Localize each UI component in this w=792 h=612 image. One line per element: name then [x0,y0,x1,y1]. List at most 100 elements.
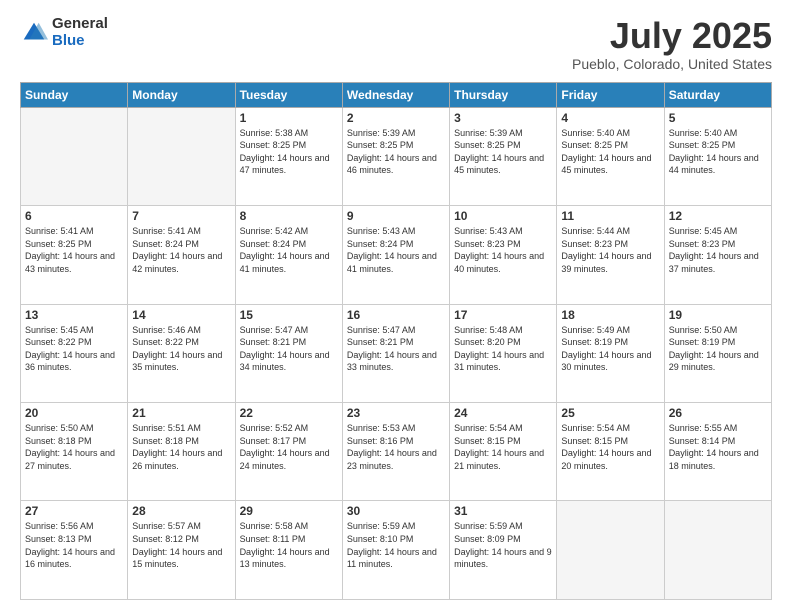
calendar-week-row-3: 13 Sunrise: 5:45 AM Sunset: 8:22 PM Dayli… [21,304,772,402]
calendar-cell-1-7: 5 Sunrise: 5:40 AM Sunset: 8:25 PM Daylig… [664,107,771,205]
day-detail: Sunrise: 5:49 AM Sunset: 8:19 PM Dayligh… [561,324,659,374]
day-detail: Sunrise: 5:41 AM Sunset: 8:25 PM Dayligh… [25,225,123,275]
logo-text: General Blue [52,16,108,49]
day-detail: Sunrise: 5:59 AM Sunset: 8:09 PM Dayligh… [454,520,552,570]
calendar-cell-3-4: 16 Sunrise: 5:47 AM Sunset: 8:21 PM Dayli… [342,304,449,402]
page: General Blue July 2025 Pueblo, Colorado,… [0,0,792,612]
calendar-cell-5-2: 28 Sunrise: 5:57 AM Sunset: 8:12 PM Dayli… [128,501,235,600]
day-number: 9 [347,209,445,223]
day-detail: Sunrise: 5:41 AM Sunset: 8:24 PM Dayligh… [132,225,230,275]
day-detail: Sunrise: 5:40 AM Sunset: 8:25 PM Dayligh… [669,127,767,177]
day-number: 30 [347,504,445,518]
calendar-cell-2-7: 12Sunrise: 5:45 AM Sunset: 8:23 PM Dayli… [664,206,771,304]
calendar-week-row-2: 6 Sunrise: 5:41 AM Sunset: 8:25 PM Daylig… [21,206,772,304]
day-number: 19 [669,308,767,322]
day-number: 27 [25,504,123,518]
calendar-table: Sunday Monday Tuesday Wednesday Thursday… [20,82,772,600]
day-number: 18 [561,308,659,322]
day-number: 20 [25,406,123,420]
calendar-cell-5-6 [557,501,664,600]
day-number: 5 [669,111,767,125]
day-detail: Sunrise: 5:38 AM Sunset: 8:25 PM Dayligh… [240,127,338,177]
header-tuesday: Tuesday [235,82,342,107]
calendar-cell-3-1: 13 Sunrise: 5:45 AM Sunset: 8:22 PM Dayli… [21,304,128,402]
day-detail: Sunrise: 5:45 AM Sunset: 8:23 PM Dayligh… [669,225,767,275]
calendar-cell-2-4: 9 Sunrise: 5:43 AM Sunset: 8:24 PM Daylig… [342,206,449,304]
day-detail: Sunrise: 5:59 AM Sunset: 8:10 PM Dayligh… [347,520,445,570]
logo: General Blue [20,16,108,49]
logo-blue: Blue [52,33,108,50]
calendar-cell-2-5: 10 Sunrise: 5:43 AM Sunset: 8:23 PM Dayli… [450,206,557,304]
calendar-cell-2-3: 8 Sunrise: 5:42 AM Sunset: 8:24 PM Daylig… [235,206,342,304]
day-detail: Sunrise: 5:40 AM Sunset: 8:25 PM Dayligh… [561,127,659,177]
calendar-cell-4-3: 22Sunrise: 5:52 AM Sunset: 8:17 PM Dayli… [235,403,342,501]
day-detail: Sunrise: 5:45 AM Sunset: 8:22 PM Dayligh… [25,324,123,374]
day-number: 15 [240,308,338,322]
day-number: 1 [240,111,338,125]
day-detail: Sunrise: 5:39 AM Sunset: 8:25 PM Dayligh… [347,127,445,177]
subtitle: Pueblo, Colorado, United States [572,56,772,72]
day-number: 4 [561,111,659,125]
day-detail: Sunrise: 5:42 AM Sunset: 8:24 PM Dayligh… [240,225,338,275]
day-number: 28 [132,504,230,518]
calendar-cell-3-6: 18 Sunrise: 5:49 AM Sunset: 8:19 PM Dayli… [557,304,664,402]
calendar-cell-4-2: 21Sunrise: 5:51 AM Sunset: 8:18 PM Dayli… [128,403,235,501]
day-number: 16 [347,308,445,322]
day-detail: Sunrise: 5:46 AM Sunset: 8:22 PM Dayligh… [132,324,230,374]
calendar-week-row-5: 27Sunrise: 5:56 AM Sunset: 8:13 PM Dayli… [21,501,772,600]
header-friday: Friday [557,82,664,107]
day-detail: Sunrise: 5:55 AM Sunset: 8:14 PM Dayligh… [669,422,767,472]
day-detail: Sunrise: 5:43 AM Sunset: 8:23 PM Dayligh… [454,225,552,275]
header: General Blue July 2025 Pueblo, Colorado,… [20,16,772,72]
day-number: 31 [454,504,552,518]
header-saturday: Saturday [664,82,771,107]
day-number: 17 [454,308,552,322]
calendar-cell-1-2 [128,107,235,205]
calendar-cell-1-5: 3 Sunrise: 5:39 AM Sunset: 8:25 PM Daylig… [450,107,557,205]
day-number: 14 [132,308,230,322]
main-title: July 2025 [572,16,772,56]
calendar-cell-1-3: 1 Sunrise: 5:38 AM Sunset: 8:25 PM Daylig… [235,107,342,205]
day-detail: Sunrise: 5:50 AM Sunset: 8:19 PM Dayligh… [669,324,767,374]
calendar-cell-4-1: 20Sunrise: 5:50 AM Sunset: 8:18 PM Dayli… [21,403,128,501]
day-number: 26 [669,406,767,420]
day-detail: Sunrise: 5:57 AM Sunset: 8:12 PM Dayligh… [132,520,230,570]
header-wednesday: Wednesday [342,82,449,107]
day-detail: Sunrise: 5:47 AM Sunset: 8:21 PM Dayligh… [347,324,445,374]
day-number: 13 [25,308,123,322]
calendar-cell-3-7: 19 Sunrise: 5:50 AM Sunset: 8:19 PM Dayli… [664,304,771,402]
day-detail: Sunrise: 5:53 AM Sunset: 8:16 PM Dayligh… [347,422,445,472]
calendar-cell-2-1: 6 Sunrise: 5:41 AM Sunset: 8:25 PM Daylig… [21,206,128,304]
day-number: 21 [132,406,230,420]
day-detail: Sunrise: 5:47 AM Sunset: 8:21 PM Dayligh… [240,324,338,374]
calendar-cell-4-5: 24 Sunrise: 5:54 AM Sunset: 8:15 PM Dayli… [450,403,557,501]
day-number: 22 [240,406,338,420]
day-number: 3 [454,111,552,125]
day-number: 23 [347,406,445,420]
calendar-cell-3-3: 15 Sunrise: 5:47 AM Sunset: 8:21 PM Dayli… [235,304,342,402]
calendar-cell-5-3: 29Sunrise: 5:58 AM Sunset: 8:11 PM Dayli… [235,501,342,600]
day-detail: Sunrise: 5:58 AM Sunset: 8:11 PM Dayligh… [240,520,338,570]
day-detail: Sunrise: 5:44 AM Sunset: 8:23 PM Dayligh… [561,225,659,275]
calendar-cell-3-5: 17Sunrise: 5:48 AM Sunset: 8:20 PM Dayli… [450,304,557,402]
logo-icon [20,19,48,47]
calendar-cell-4-7: 26 Sunrise: 5:55 AM Sunset: 8:14 PM Dayli… [664,403,771,501]
day-detail: Sunrise: 5:54 AM Sunset: 8:15 PM Dayligh… [561,422,659,472]
calendar-cell-5-7 [664,501,771,600]
logo-general: General [52,16,108,33]
header-sunday: Sunday [21,82,128,107]
day-detail: Sunrise: 5:43 AM Sunset: 8:24 PM Dayligh… [347,225,445,275]
calendar-week-row-1: 1 Sunrise: 5:38 AM Sunset: 8:25 PM Daylig… [21,107,772,205]
day-number: 10 [454,209,552,223]
title-block: July 2025 Pueblo, Colorado, United State… [572,16,772,72]
day-number: 24 [454,406,552,420]
day-detail: Sunrise: 5:39 AM Sunset: 8:25 PM Dayligh… [454,127,552,177]
calendar-cell-1-6: 4 Sunrise: 5:40 AM Sunset: 8:25 PM Daylig… [557,107,664,205]
calendar-cell-1-1 [21,107,128,205]
calendar-header-row: Sunday Monday Tuesday Wednesday Thursday… [21,82,772,107]
day-number: 6 [25,209,123,223]
day-detail: Sunrise: 5:54 AM Sunset: 8:15 PM Dayligh… [454,422,552,472]
day-number: 2 [347,111,445,125]
day-number: 8 [240,209,338,223]
calendar-week-row-4: 20Sunrise: 5:50 AM Sunset: 8:18 PM Dayli… [21,403,772,501]
